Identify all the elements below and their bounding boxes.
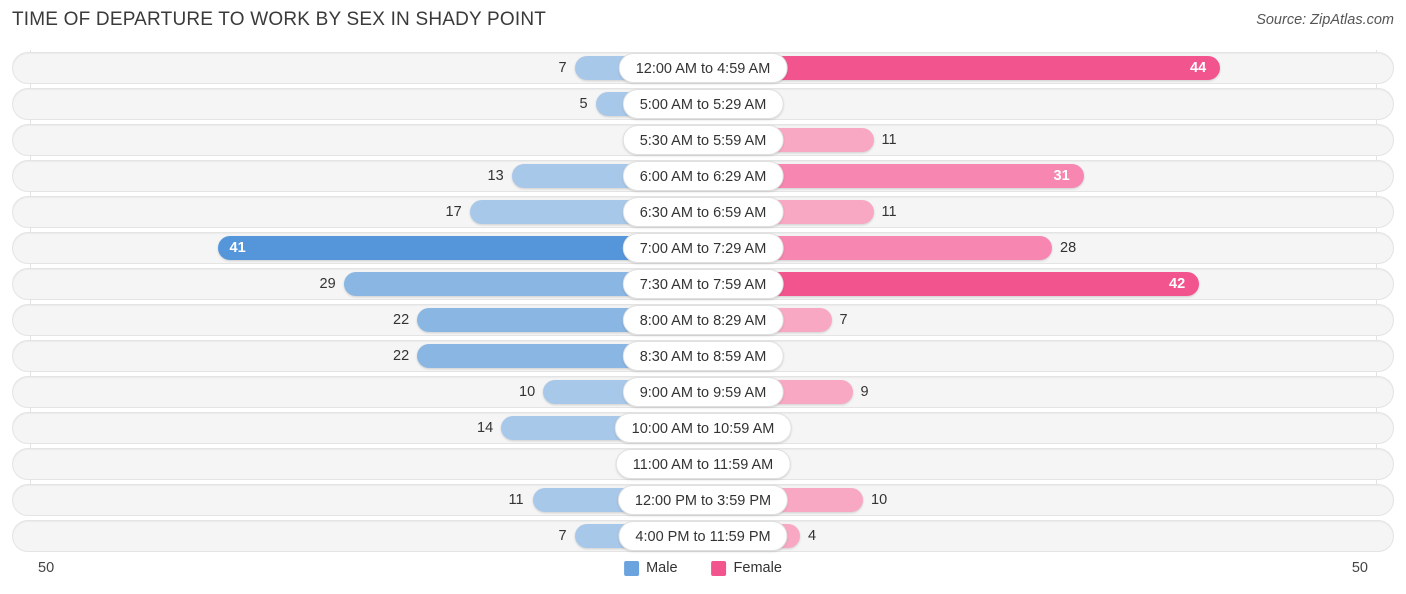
- plot-area: 7 44 12:00 AM to 4:59 AM505:00 AM to 5:29 …: [0, 50, 1406, 554]
- bar-value-female: 9: [860, 384, 869, 400]
- page-title: TIME OF DEPARTURE TO WORK BY SEX IN SHAD…: [12, 9, 547, 30]
- bar-value-male: 7: [558, 528, 567, 544]
- category-label: 5:00 AM to 5:29 AM: [622, 89, 784, 119]
- legend-label: Male: [646, 560, 678, 576]
- chart-legend: Male Female: [624, 560, 782, 576]
- row-bars: 41 28 7:00 AM to 7:29 AM: [0, 230, 1406, 266]
- chart-row: 11 10 12:00 PM to 3:59 PM: [0, 482, 1406, 518]
- bar-value-female: 44: [1190, 60, 1207, 76]
- chart-row: 13 31 6:00 AM to 6:29 AM: [0, 158, 1406, 194]
- row-bars: 0011:00 AM to 11:59 AM: [0, 446, 1406, 482]
- row-bars: 0115:30 AM to 5:59 AM: [0, 122, 1406, 158]
- bar-value-male: 5: [579, 96, 588, 112]
- category-label: 6:00 AM to 6:29 AM: [622, 161, 784, 191]
- bar-rows: 7 44 12:00 AM to 4:59 AM505:00 AM to 5:29 …: [0, 50, 1406, 554]
- chart-header: TIME OF DEPARTURE TO WORK BY SEX IN SHAD…: [0, 0, 1406, 42]
- row-bars: 10 9 9:00 AM to 9:59 AM: [0, 374, 1406, 410]
- bar-value-male: 29: [319, 276, 336, 292]
- row-bars: 7 44 12:00 AM to 4:59 AM: [0, 50, 1406, 86]
- chart-row: 14010:00 AM to 10:59 AM: [0, 410, 1406, 446]
- chart-row: 7 44 12:00 AM to 4:59 AM: [0, 50, 1406, 86]
- category-label: 8:30 AM to 8:59 AM: [622, 341, 784, 371]
- row-bars: 2208:30 AM to 8:59 AM: [0, 338, 1406, 374]
- bar-value-female: 11: [881, 204, 897, 220]
- bar-value-male: 22: [393, 312, 410, 328]
- bar-value-female: 7: [839, 312, 848, 328]
- source-attribution: Source: ZipAtlas.com: [1256, 12, 1394, 28]
- bar-value-male: 17: [445, 204, 462, 220]
- row-bars: 505:00 AM to 5:29 AM: [0, 86, 1406, 122]
- bar-value-female: 4: [808, 528, 817, 544]
- chart-row: 2208:30 AM to 8:59 AM: [0, 338, 1406, 374]
- chart-page: TIME OF DEPARTURE TO WORK BY SEX IN SHAD…: [0, 0, 1406, 594]
- axis-max-left: 50: [38, 560, 55, 576]
- chart-row: 41 28 7:00 AM to 7:29 AM: [0, 230, 1406, 266]
- bar-value-male: 14: [477, 420, 494, 436]
- row-bars: 29 42 7:30 AM to 7:59 AM: [0, 266, 1406, 302]
- row-bars: 17 11 6:30 AM to 6:59 AM: [0, 194, 1406, 230]
- legend-label: Female: [733, 560, 782, 576]
- bar-value-female: 31: [1053, 168, 1070, 184]
- chart-row: 22 7 8:00 AM to 8:29 AM: [0, 302, 1406, 338]
- legend-swatch-icon: [711, 560, 727, 576]
- row-bars: 13 31 6:00 AM to 6:29 AM: [0, 158, 1406, 194]
- category-label: 8:00 AM to 8:29 AM: [622, 305, 784, 335]
- bar-value-female: 28: [1060, 240, 1077, 256]
- row-bars: 14010:00 AM to 10:59 AM: [0, 410, 1406, 446]
- chart-row: 0011:00 AM to 11:59 AM: [0, 446, 1406, 482]
- chart-row: 29 42 7:30 AM to 7:59 AM: [0, 266, 1406, 302]
- chart-row: 0115:30 AM to 5:59 AM: [0, 122, 1406, 158]
- legend-item-male[interactable]: Male: [624, 560, 678, 576]
- row-bars: 11 10 12:00 PM to 3:59 PM: [0, 482, 1406, 518]
- bar-value-female: 10: [871, 492, 888, 508]
- category-label: 11:00 AM to 11:59 AM: [615, 449, 791, 479]
- axis-max-right: 50: [1351, 560, 1368, 576]
- legend-swatch-icon: [624, 560, 640, 576]
- category-label: 10:00 AM to 10:59 AM: [614, 413, 792, 443]
- category-label: 7:30 AM to 7:59 AM: [622, 269, 784, 299]
- category-label: 6:30 AM to 6:59 AM: [622, 197, 784, 227]
- category-label: 9:00 AM to 9:59 AM: [622, 377, 784, 407]
- category-label: 4:00 PM to 11:59 PM: [618, 521, 788, 551]
- category-label: 5:30 AM to 5:59 AM: [622, 125, 784, 155]
- bar-value-male: 41: [229, 240, 246, 256]
- bar-value-male: 7: [558, 60, 567, 76]
- bar-value-male: 11: [508, 492, 524, 508]
- bar-value-male: 22: [393, 348, 410, 364]
- row-bars: 22 7 8:00 AM to 8:29 AM: [0, 302, 1406, 338]
- chart-footer: 50 50 Male Female: [0, 556, 1406, 594]
- bar-value-male: 10: [519, 384, 536, 400]
- category-label: 12:00 AM to 4:59 AM: [618, 53, 788, 83]
- category-label: 7:00 AM to 7:29 AM: [622, 233, 784, 263]
- chart-row: 7 4 4:00 PM to 11:59 PM: [0, 518, 1406, 554]
- chart-row: 10 9 9:00 AM to 9:59 AM: [0, 374, 1406, 410]
- bar-value-male: 13: [487, 168, 504, 184]
- bar-value-female: 42: [1169, 276, 1186, 292]
- chart-row: 505:00 AM to 5:29 AM: [0, 86, 1406, 122]
- row-bars: 7 4 4:00 PM to 11:59 PM: [0, 518, 1406, 554]
- legend-item-female[interactable]: Female: [711, 560, 782, 576]
- chart-row: 17 11 6:30 AM to 6:59 AM: [0, 194, 1406, 230]
- bar-value-female: 11: [881, 132, 897, 148]
- category-label: 12:00 PM to 3:59 PM: [617, 485, 789, 515]
